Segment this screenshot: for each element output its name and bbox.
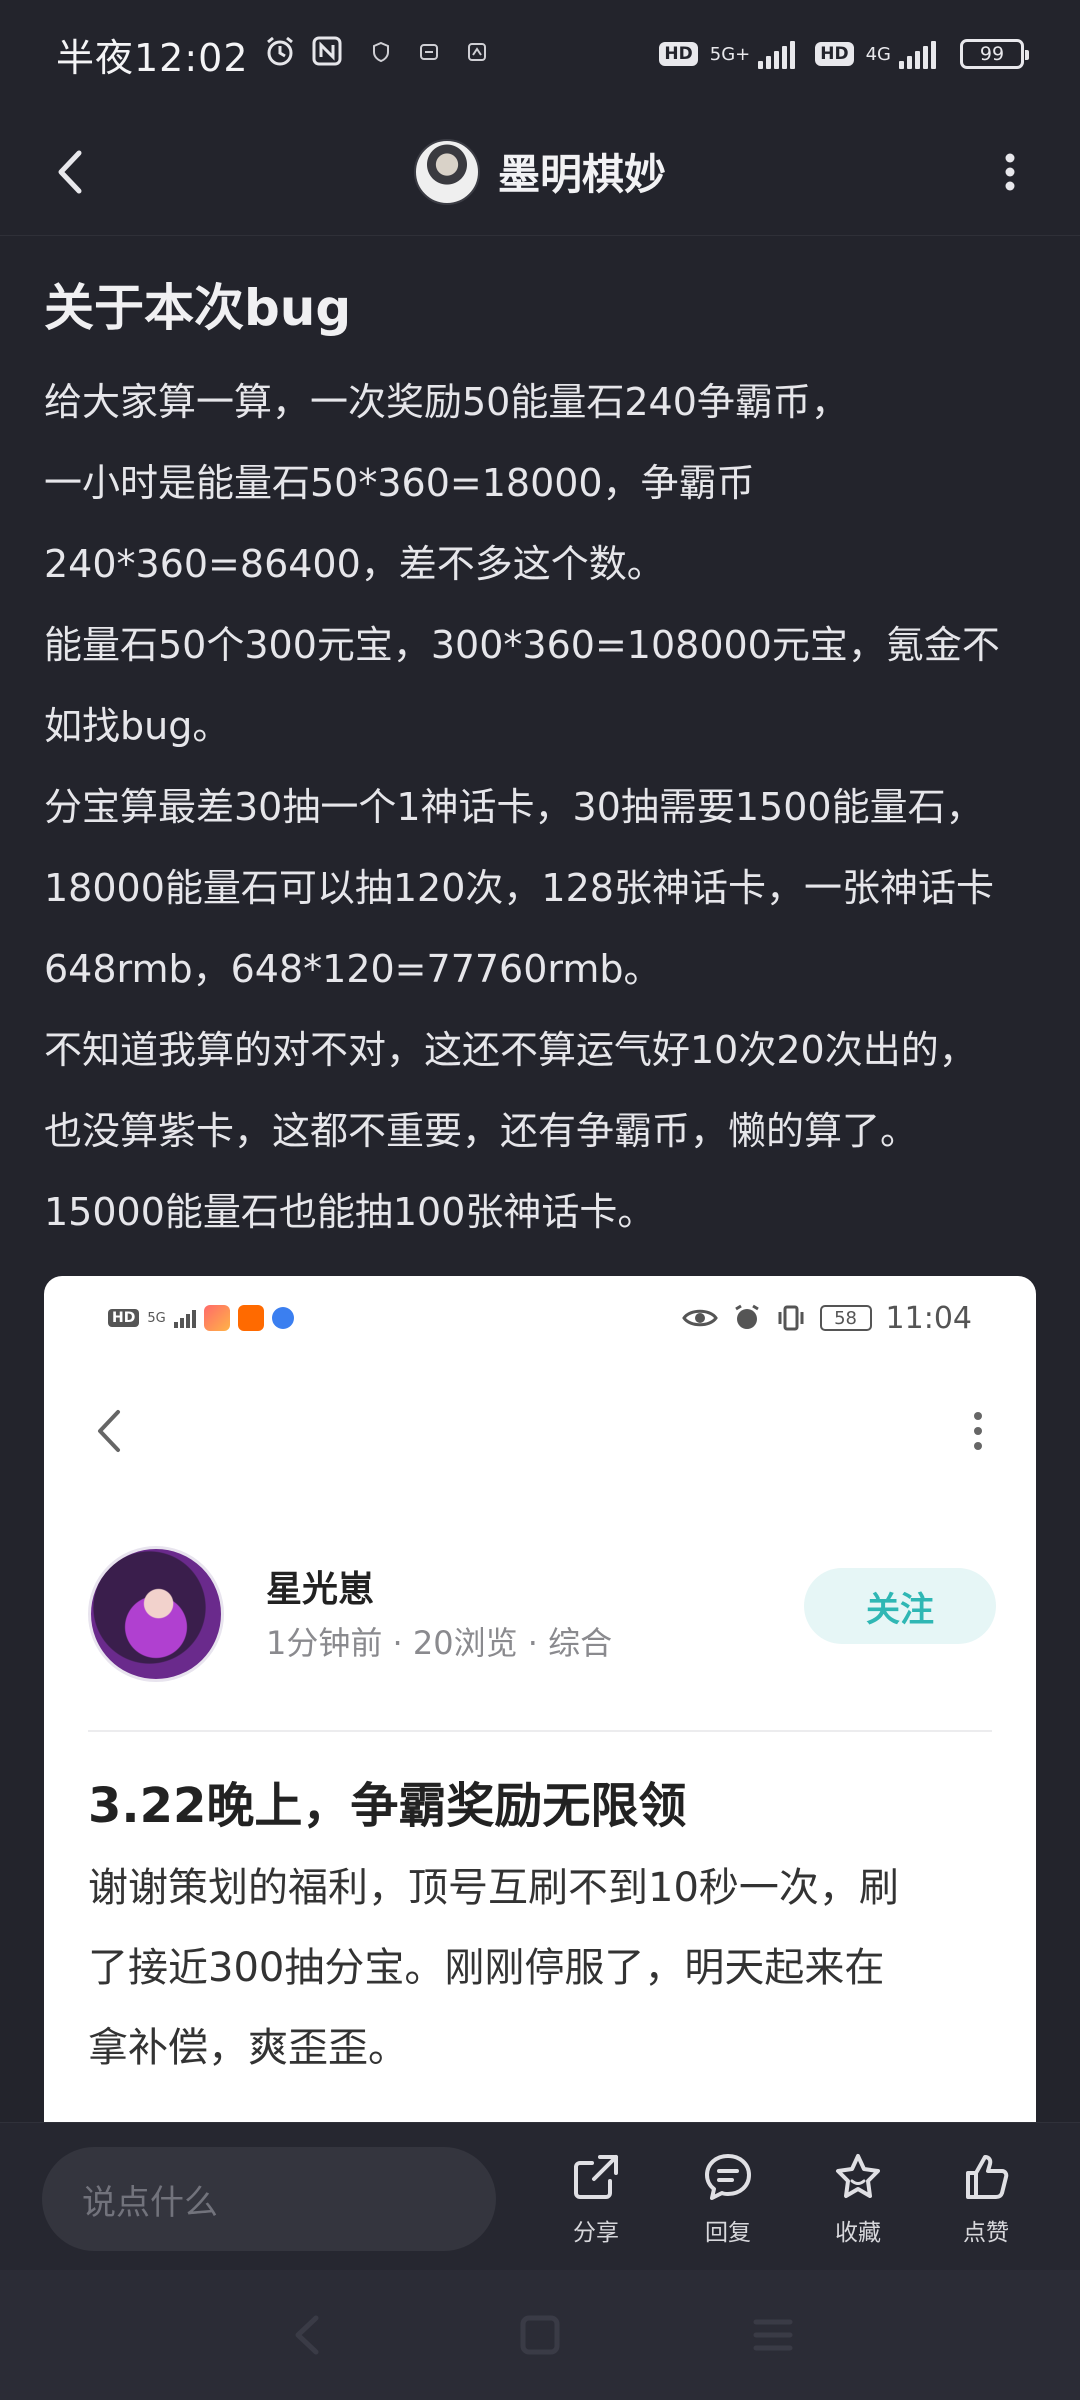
nav-back-icon[interactable]	[282, 2310, 332, 2360]
favorite-button[interactable]: 收藏	[808, 2151, 908, 2251]
nav-home-icon[interactable]	[515, 2310, 565, 2360]
divider	[88, 1730, 992, 1732]
avatar	[88, 1546, 224, 1682]
network-type: 5G+	[709, 43, 751, 65]
share-label: 分享	[573, 2220, 619, 2246]
network-type: 4G	[865, 43, 891, 65]
status-left: 半夜12:02	[56, 27, 487, 82]
post-title: 关于本次bug	[44, 279, 352, 337]
reply-button[interactable]: 回复	[678, 2151, 778, 2251]
embedded-text-line: 拿补偿，爽歪歪。	[88, 2025, 408, 2071]
embedded-author-row: 星光崽 1分钟前 · 20浏览 · 综合 关注	[88, 1546, 996, 1686]
share-icon	[574, 2155, 618, 2199]
taobao-icon	[237, 1305, 264, 1331]
nav-menu-icon[interactable]	[748, 2310, 798, 2360]
battery-level: 99	[979, 43, 1005, 65]
battery-level: 58	[834, 1307, 857, 1329]
author-name[interactable]: 墨明棋妙	[498, 141, 666, 202]
avatar[interactable]	[413, 138, 480, 205]
embedded-post-title: 3.22晚上，争霸奖励无限领	[88, 1778, 687, 1834]
embedded-screenshot[interactable]: HD 5G 58 11:04 星光崽 1分钟前 · 20浏览 · 综合 关注 3…	[44, 1276, 1036, 2122]
post-text-line: 240*360=86400，差不多这个数。	[44, 542, 665, 586]
hd-badge: HD	[815, 42, 854, 66]
comment-icon	[705, 2154, 751, 2200]
follow-button: 关注	[804, 1568, 996, 1644]
embedded-text-line: 谢谢策划的福利，顶号互刷不到10秒一次，刷	[88, 1865, 899, 1911]
post-text-line: 648rmb，648*120=77760rmb。	[44, 947, 662, 991]
signal-icon	[899, 39, 936, 69]
share-button[interactable]: 分享	[546, 2151, 646, 2251]
post-text-line: 一小时是能量石50*360=18000，争霸币	[44, 461, 755, 505]
embedded-meta: 1分钟前 · 20浏览 · 综合	[266, 1624, 613, 1662]
post-content: 关于本次bug 给大家算一算，一次奖励50能量石240争霸币， 一小时是能量石5…	[44, 268, 1036, 1253]
post-text-line: 15000能量石也能抽100张神话卡。	[44, 1190, 656, 1234]
hd-badge: HD	[659, 42, 698, 66]
status-right: HD 5G+ HD 4G 99	[659, 39, 1029, 69]
embedded-author-name: 星光崽	[266, 1569, 375, 1610]
embedded-time: 11:04	[885, 1300, 972, 1336]
app-notification-icon	[419, 42, 439, 67]
post-text-line: 能量石50个300元宝，300*360=108000元宝，氪金不	[44, 623, 1000, 667]
top-header: 墨明棋妙	[0, 108, 1080, 236]
eye-icon	[681, 1309, 718, 1327]
shield-icon	[371, 41, 391, 68]
app-icon	[203, 1305, 230, 1331]
more-vertical-icon	[974, 1412, 982, 1450]
post-text-line: 不知道我算的对不对，这还不算运气好10次20次出的，	[44, 1028, 977, 1072]
app-notification-icon	[467, 42, 487, 67]
embedded-text-line: 了接近300抽分宝。刚刚停服了，明天起来在	[88, 1945, 885, 1991]
embedded-status-bar: HD 5G 58 11:04	[108, 1298, 972, 1338]
favorite-label: 收藏	[835, 2220, 881, 2246]
back-button[interactable]	[40, 142, 100, 202]
post-text-line: 给大家算一算，一次奖励50能量石240争霸币，	[44, 380, 849, 424]
nfc-icon	[311, 35, 343, 73]
chevron-left-icon	[58, 150, 82, 194]
embedded-post-body: 谢谢策划的福利，顶号互刷不到10秒一次，刷 了接近300抽分宝。刚刚停服了，明天…	[88, 1848, 996, 2088]
hd-badge: HD	[108, 1309, 140, 1327]
status-bar: 半夜12:02 HD 5G+ HD 4G 99	[0, 0, 1080, 108]
network-type: 5G	[147, 1310, 166, 1326]
browser-icon	[271, 1307, 294, 1329]
reply-label: 回复	[705, 2220, 751, 2246]
thumbs-up-icon	[966, 2155, 1009, 2199]
like-button[interactable]: 点赞	[936, 2151, 1036, 2251]
embedded-status-right: 58 11:04	[681, 1300, 972, 1336]
vibrate-icon	[778, 1305, 804, 1331]
signal-icon	[758, 39, 796, 69]
post-text-line: 18000能量石可以抽120次，128张神话卡，一张神话卡	[44, 866, 994, 910]
more-vertical-icon	[1005, 153, 1015, 191]
alarm-icon	[263, 34, 297, 74]
chevron-left-icon	[98, 1410, 120, 1452]
like-label: 点赞	[963, 2220, 1009, 2246]
alarm-icon	[734, 1304, 759, 1329]
post-text-line: 分宝算最差30抽一个1神话卡，30抽需要1500能量石，	[44, 785, 984, 829]
star-icon	[836, 2154, 880, 2198]
bottom-action-bar: 说点什么 分享 回复 收藏 点赞	[0, 2122, 1080, 2270]
more-button[interactable]	[980, 142, 1040, 202]
author-header[interactable]: 墨明棋妙	[413, 138, 666, 205]
system-nav-bar	[0, 2270, 1080, 2400]
embedded-status-left: HD 5G	[108, 1305, 294, 1331]
status-time: 半夜12:02	[56, 35, 249, 80]
battery-icon: 99	[960, 39, 1029, 69]
comment-input[interactable]: 说点什么	[42, 2147, 496, 2251]
post-text-line: 也没算紫卡，这都不重要，还有争霸币，懒的算了。	[44, 1109, 919, 1153]
battery-icon: 58	[819, 1305, 872, 1331]
signal-icon	[173, 1308, 196, 1328]
post-text-line: 如找bug。	[44, 704, 231, 748]
